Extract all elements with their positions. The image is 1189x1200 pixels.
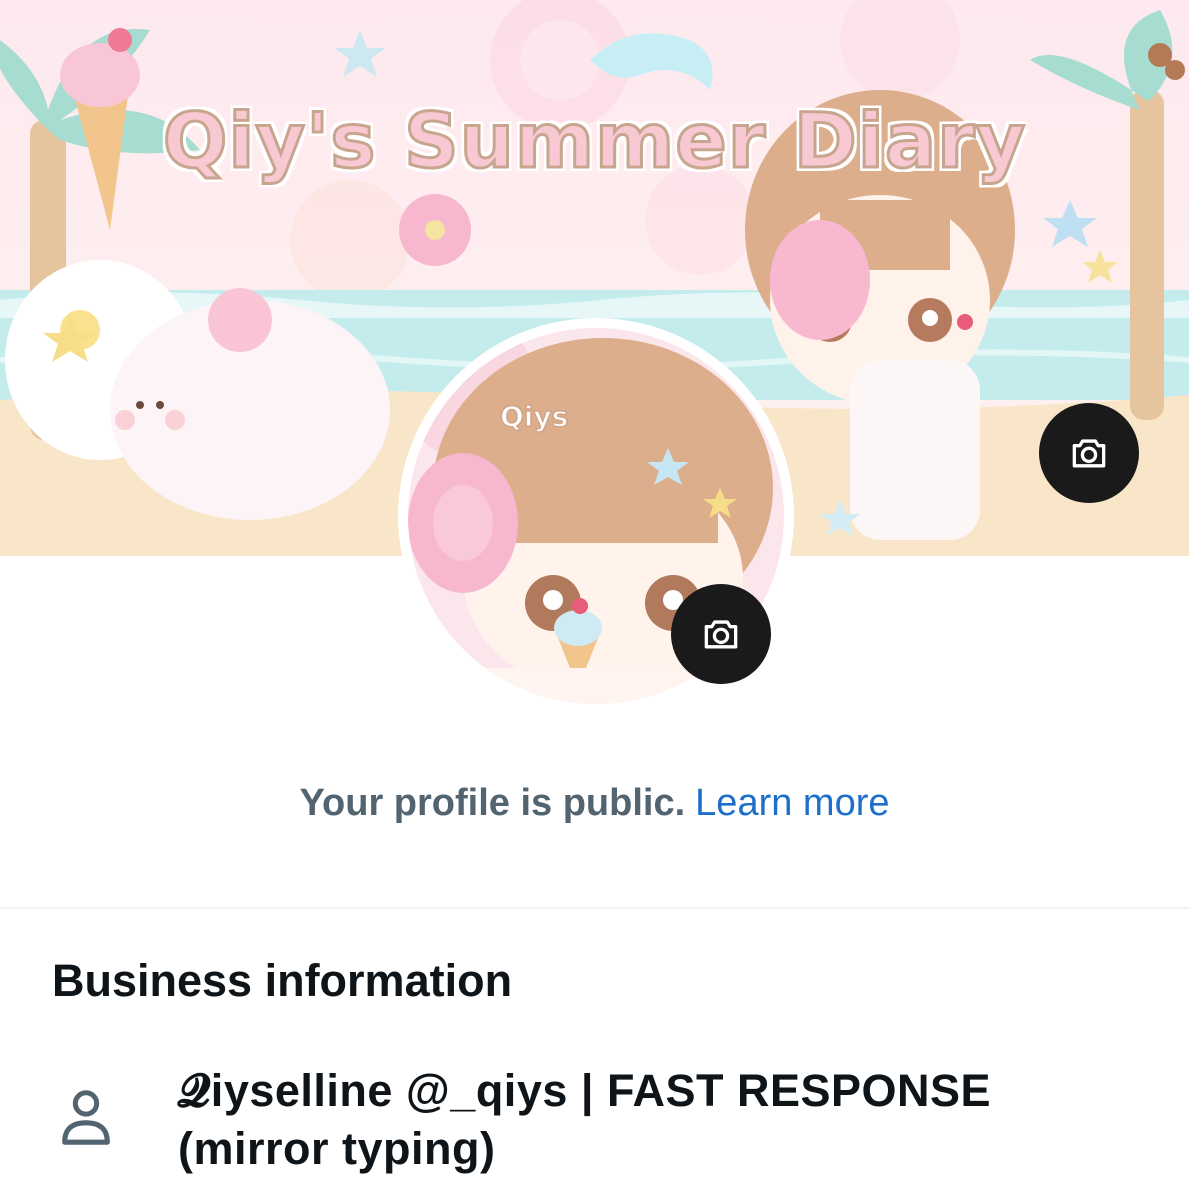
business-name: 𝓠iyselline @_qiys | FAST RESPONSE (mirro…	[178, 1062, 1158, 1178]
business-name-line-2: (mirror typing)	[178, 1123, 496, 1174]
banner-title: Qiy's Summer Diary	[161, 95, 1027, 187]
edit-header-photo-button[interactable]	[1039, 403, 1139, 503]
edit-avatar-photo-button[interactable]	[671, 584, 771, 684]
business-information-heading: Business information	[52, 955, 513, 1006]
camera-icon	[1072, 439, 1106, 468]
profile-public-notice: Your profile is public. Learn more	[0, 782, 1189, 825]
person-icon	[62, 1090, 110, 1145]
learn-more-link[interactable]: Learn more	[695, 782, 889, 824]
profile-public-text: Your profile is public.	[299, 782, 686, 824]
business-name-line-1: 𝓠iyselline @_qiys | FAST RESPONSE	[178, 1065, 992, 1116]
section-divider	[0, 907, 1189, 909]
avatar-label: Qiys	[499, 399, 569, 434]
camera-icon	[704, 620, 738, 649]
